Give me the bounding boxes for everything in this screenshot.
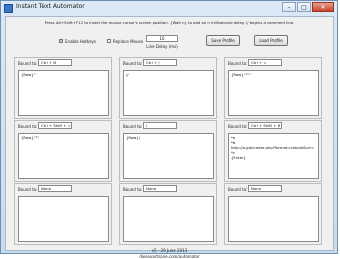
bound-to-label: Bound to: <box>228 124 248 129</box>
window-controls: – □ ✕ <box>281 2 334 13</box>
bound-to-label: Bound to: <box>18 124 38 129</box>
bound-to-label: Bound to: <box>228 61 248 66</box>
slot-panel-9: Bound to: None <box>224 183 322 245</box>
minimize-icon[interactable]: – <box>282 2 296 12</box>
hotkey-field[interactable]: Ctrl + = <box>248 59 282 66</box>
hotkey-field[interactable]: None <box>143 185 177 192</box>
replace-mouse-label: Replace Mouse <box>113 38 144 44</box>
version-text: v5 - 26 June 2013 <box>151 248 188 253</box>
slot-panel-3: Bound to: Ctrl + = {Raw}"""" <box>224 57 322 119</box>
enable-hotkeys-checkbox[interactable] <box>59 38 63 43</box>
app-icon <box>4 4 13 13</box>
bound-to-label: Bound to: <box>123 187 143 192</box>
slot-text-area[interactable]: {Raw}""" <box>18 133 109 179</box>
app-window: Instant Text Automator – □ ✕ Press Alt+S… <box>0 0 338 259</box>
load-profile-button[interactable]: Load Profile <box>254 35 288 46</box>
bound-to-label: Bound to: <box>123 124 143 129</box>
slot-text-area[interactable]: {Raw}" <box>18 70 109 116</box>
maximize-icon[interactable]: □ <box>297 2 311 12</box>
line-delay-label: Line Delay (ms) <box>146 44 178 49</box>
client-area: Press Alt+Shift+F12 to insert the mouse … <box>5 16 334 259</box>
window-title: Instant Text Automator <box>16 3 85 10</box>
replace-mouse-checkbox[interactable] <box>107 39 111 43</box>
slot-text-area[interactable]: // <box>123 70 214 116</box>
bound-to-label: Bound to: <box>18 61 38 66</box>
instructions-text: Press Alt+Shift+F12 to insert the mouse … <box>44 20 295 25</box>
hotkey-field[interactable]: Ctrl + Shift + = <box>38 122 72 129</box>
close-icon[interactable]: ✕ <box>312 2 334 12</box>
hotkey-field[interactable]: None <box>38 185 72 192</box>
slot-text-area[interactable] <box>18 196 109 242</box>
slot-panel-1: Bound to: Ctrl + B {Raw}" <box>14 57 112 119</box>
website-link[interactable]: dieseuartsane.com/automator <box>6 254 333 259</box>
save-profile-button[interactable]: Save Profile <box>206 35 240 46</box>
hotkey-field[interactable]: \ <box>143 122 177 129</box>
title-bar[interactable]: Instant Text Automator – □ ✕ <box>1 1 337 16</box>
hotkey-field[interactable]: None <box>248 185 282 192</box>
line-delay-input[interactable]: 10 <box>146 35 178 42</box>
slot-text-area[interactable]: *a *b http://a.gd/create.php?format=simp… <box>228 133 319 179</box>
hotkey-field[interactable]: Ctrl + Shift + 8 <box>248 122 282 129</box>
slot-panel-2: Bound to: Ctrl + / // <box>119 57 217 119</box>
slot-panel-5: Bound to: \ {Raw}\ <box>119 120 217 182</box>
slot-text-area[interactable]: {Raw}"""" <box>228 70 319 116</box>
enable-hotkeys-label: Enable Hotkeys <box>65 38 97 44</box>
slot-text-area[interactable] <box>228 196 319 242</box>
hotkey-field[interactable]: Ctrl + / <box>143 59 177 66</box>
bound-to-label: Bound to: <box>228 187 248 192</box>
slot-panel-4: Bound to: Ctrl + Shift + = {Raw}""" <box>14 120 112 182</box>
slot-panel-8: Bound to: None <box>119 183 217 245</box>
bound-to-label: Bound to: <box>123 61 143 66</box>
slot-text-area[interactable]: {Raw}\ <box>123 133 214 179</box>
hotkey-field[interactable]: Ctrl + B <box>38 59 72 66</box>
slot-text-area[interactable] <box>123 196 214 242</box>
slot-panel-7: Bound to: None <box>14 183 112 245</box>
slot-panel-6: Bound to: Ctrl + Shift + 8 *a *b http://… <box>224 120 322 182</box>
bound-to-label: Bound to: <box>18 187 38 192</box>
